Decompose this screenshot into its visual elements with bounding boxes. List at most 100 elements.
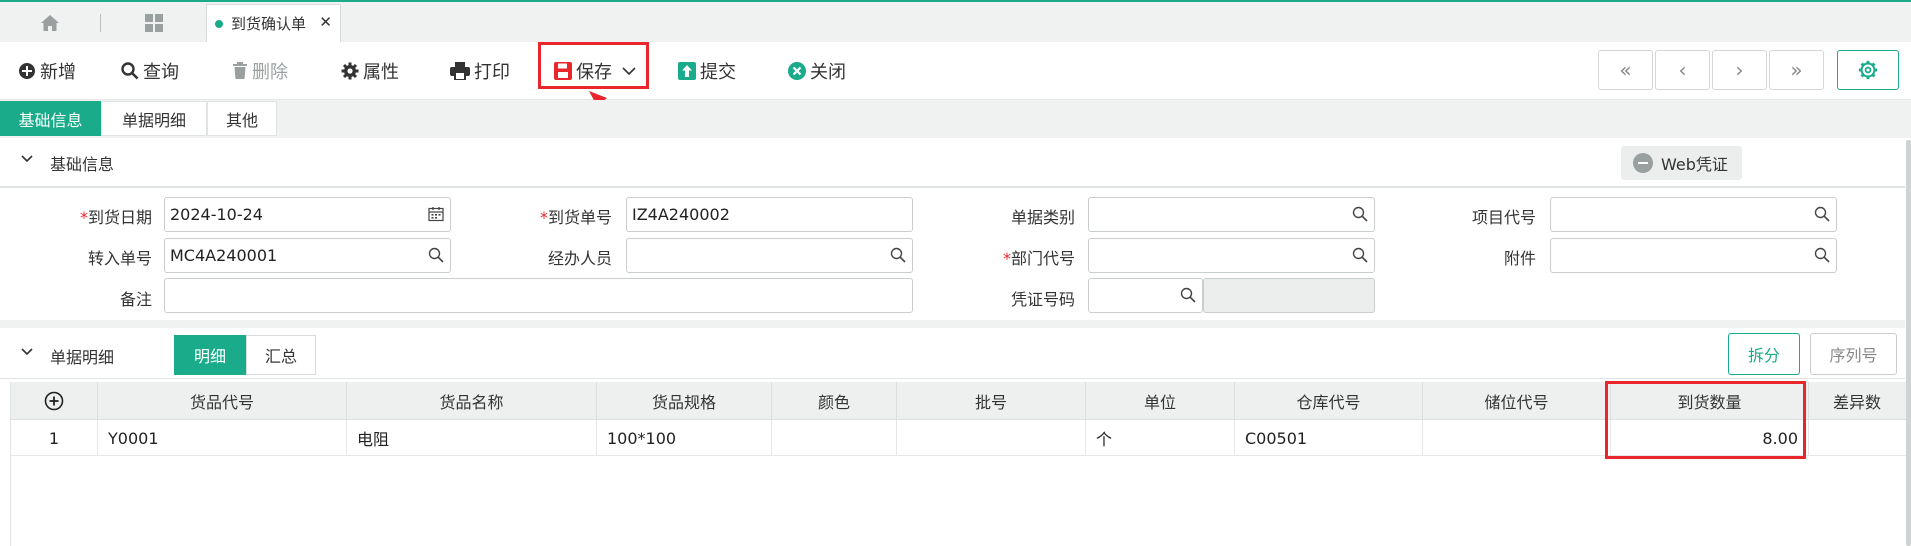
cell-item-name[interactable]: 电阻 [347,420,597,456]
col-header-color[interactable]: 颜色 [772,382,897,420]
trash-icon [233,62,247,79]
doc-tab-label: 到货确认单 [231,15,307,33]
chevron-down-icon[interactable] [20,152,34,166]
arrival-date-label: *到货日期 [79,208,152,227]
search-icon[interactable] [1814,247,1830,263]
cell-warehouse[interactable]: C00501 [1235,420,1423,456]
arrival-qty-highlight-box [1605,381,1806,459]
project-code-field[interactable] [1550,197,1837,232]
arrival-date-field[interactable]: 2024-10-24 [164,197,451,232]
voucher-display-field [1203,278,1375,313]
arrival-no-value: IZ4A240002 [632,205,730,224]
cell-location[interactable] [1423,420,1611,456]
close-tab-icon[interactable]: ✕ [319,13,332,31]
properties-label: 属性 [363,62,399,83]
settings-button[interactable] [1837,50,1899,90]
tab-doc-detail[interactable]: 单据明细 [101,101,207,136]
info-tab-bar: 基础信息 单据明细 其他 [0,100,1911,138]
arrival-no-field[interactable]: IZ4A240002 [626,197,913,232]
col-header-unit[interactable]: 单位 [1086,382,1235,420]
toolbar: 新增 查询 删除 属性 打印 保存 提交 关闭 « ‹ › » [0,42,1911,100]
home-icon[interactable] [36,10,64,36]
calendar-icon[interactable] [428,206,444,222]
submit-button[interactable]: 提交 [678,56,736,86]
first-record-button[interactable]: « [1598,50,1653,90]
remark-label: 备注 [119,290,152,309]
last-record-button[interactable]: » [1769,50,1824,90]
search-icon[interactable] [428,247,444,263]
add-label: 新增 [40,62,76,83]
search-icon[interactable] [1352,206,1368,222]
cell-spec[interactable]: 100*100 [597,420,772,456]
transfer-no-value: MC4A240001 [170,246,278,265]
transfer-no-field[interactable]: MC4A240001 [164,238,451,273]
search-icon[interactable] [890,247,906,263]
gear-icon [341,62,359,80]
search-icon[interactable] [1814,206,1830,222]
query-button[interactable]: 查询 [121,56,179,86]
add-row-button[interactable] [11,382,98,420]
tab-detail[interactable]: 明细 [174,335,246,375]
section-gap [0,320,1905,328]
attachment-label: 附件 [1503,249,1536,268]
plus-circle-icon [19,63,35,79]
previous-record-button[interactable]: ‹ [1655,50,1710,90]
gear-icon [1858,60,1878,80]
attachment-field[interactable] [1550,238,1837,273]
cell-batch[interactable] [897,420,1086,456]
query-label: 查询 [143,62,179,83]
chevron-down-icon[interactable] [20,345,34,359]
col-header-item-name[interactable]: 货品名称 [347,382,597,420]
voucher-no-label: 凭证号码 [1010,290,1075,309]
doc-type-field[interactable] [1088,197,1375,232]
search-icon[interactable] [1180,287,1196,303]
detail-grid: 货品代号 货品名称 货品规格 颜色 批号 单位 仓库代号 储位代号 到货数量 差… [10,381,1906,546]
tab-arrival-confirmation[interactable]: 到货确认单 ✕ [206,4,341,42]
close-button[interactable]: 关闭 [788,56,846,86]
col-header-warehouse[interactable]: 仓库代号 [1235,382,1423,420]
transfer-no-label: 转入单号 [87,249,152,268]
search-icon [121,62,139,80]
col-header-location[interactable]: 储位代号 [1423,382,1611,420]
add-button[interactable]: 新增 [18,56,76,86]
handler-label: 经办人员 [547,249,612,268]
print-button[interactable]: 打印 [450,56,510,86]
split-button[interactable]: 拆分 [1728,333,1800,375]
arrival-date-value: 2024-10-24 [170,205,263,224]
voucher-no-field[interactable] [1088,278,1203,313]
delete-button[interactable]: 删除 [232,56,288,86]
serial-number-button[interactable]: 序列号 [1810,333,1897,375]
remark-field[interactable] [164,278,913,313]
row-number: 1 [11,420,98,456]
grid-icon[interactable] [140,10,168,36]
next-record-button[interactable]: › [1712,50,1767,90]
web-voucher-button[interactable]: Web凭证 [1621,146,1742,180]
plus-circle-icon [44,391,64,411]
minus-circle-icon [1633,153,1653,173]
print-label: 打印 [474,62,510,83]
tab-basic-info[interactable]: 基础信息 [0,101,101,136]
handler-field[interactable] [626,238,913,273]
search-icon[interactable] [1352,247,1368,263]
dept-code-label: *部门代号 [1002,249,1075,268]
dept-code-field[interactable] [1088,238,1375,273]
cell-color[interactable] [772,420,897,456]
web-voucher-label: Web凭证 [1661,155,1728,174]
tab-divider [100,14,101,32]
active-dot-icon [215,19,223,28]
tab-other[interactable]: 其他 [207,101,277,136]
cell-unit[interactable]: 个 [1086,420,1235,456]
vertical-scrollbar[interactable] [1906,140,1911,546]
col-header-difference[interactable]: 差异数 [1809,382,1906,420]
col-header-batch[interactable]: 批号 [897,382,1086,420]
col-header-item-code[interactable]: 货品代号 [98,382,347,420]
cell-item-code[interactable]: Y0001 [98,420,347,456]
col-header-spec[interactable]: 货品规格 [597,382,772,420]
properties-button[interactable]: 属性 [341,56,399,86]
section-divider [0,186,1905,188]
save-highlight-box [538,42,649,89]
submit-label: 提交 [700,62,736,83]
doc-type-label: 单据类别 [1010,208,1075,227]
close-label: 关闭 [810,62,846,83]
tab-summary[interactable]: 汇总 [246,335,316,375]
